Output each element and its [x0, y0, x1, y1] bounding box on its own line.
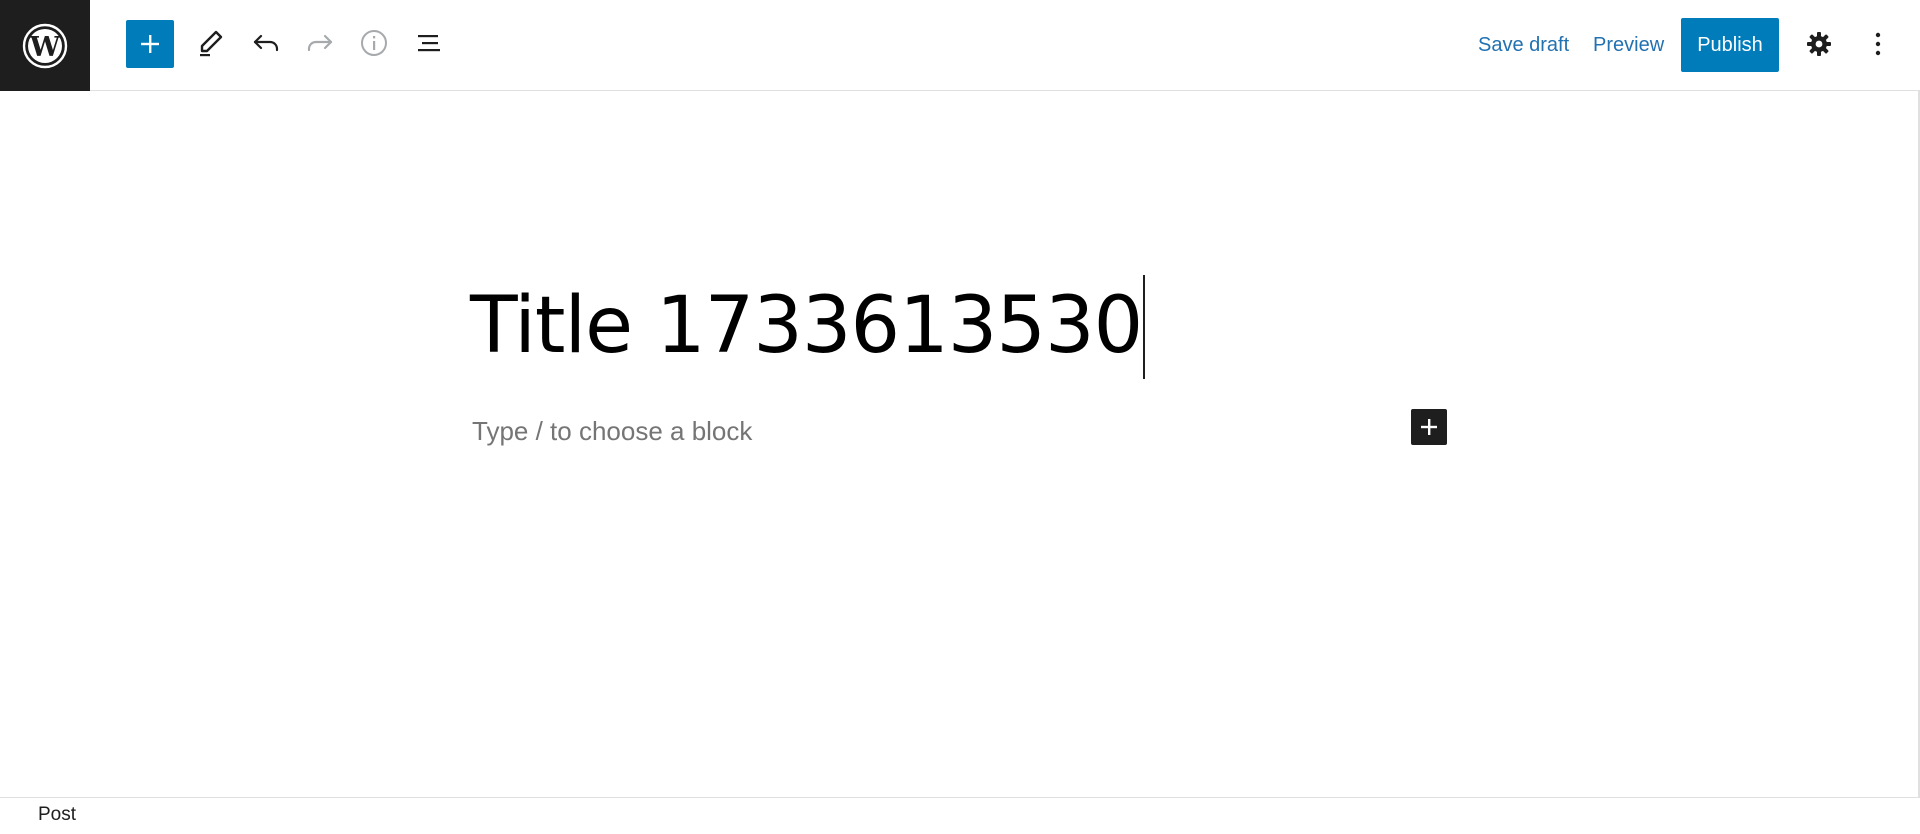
settings-button[interactable] [1795, 20, 1843, 68]
plus-icon [141, 35, 159, 53]
tools-button[interactable] [187, 19, 235, 67]
save-draft-button[interactable]: Save draft [1478, 29, 1569, 61]
editor-footer: Post [0, 797, 1920, 834]
editor-canvas: Title 1733613530 Type / to choose a bloc… [0, 91, 1920, 797]
wordpress-logo-icon: W [22, 23, 68, 68]
preview-button[interactable]: Preview [1593, 29, 1664, 61]
block-breadcrumb[interactable]: Post [38, 803, 76, 827]
list-view-icon [418, 35, 440, 52]
wordpress-logo-button[interactable]: W [0, 0, 90, 91]
redo-icon [307, 34, 333, 52]
svg-text:W: W [29, 32, 61, 63]
options-button[interactable] [1856, 20, 1900, 68]
editor-header: W Save draft Preview Publish [0, 0, 1920, 91]
add-block-button[interactable] [1411, 409, 1447, 445]
plus-icon [1421, 419, 1437, 435]
pencil-icon [200, 30, 223, 57]
publish-button[interactable]: Publish [1681, 18, 1779, 72]
block-inserter-button[interactable] [126, 20, 174, 68]
post-title-text: Title 1733613530 [470, 281, 1143, 371]
block-appender-placeholder[interactable]: Type / to choose a block [472, 413, 752, 449]
list-view-button[interactable] [405, 19, 453, 67]
info-icon [361, 30, 387, 56]
undo-button[interactable] [242, 19, 290, 67]
details-button[interactable] [350, 19, 398, 67]
block-editor: W Save draft Preview Publish Title 17336… [0, 0, 1920, 834]
post-title-input[interactable]: Title 1733613530 [470, 271, 1146, 381]
text-caret [1143, 274, 1146, 379]
gear-icon [1807, 32, 1831, 56]
more-vertical-icon [1875, 32, 1881, 56]
redo-button[interactable] [296, 19, 344, 67]
undo-icon [253, 34, 279, 52]
